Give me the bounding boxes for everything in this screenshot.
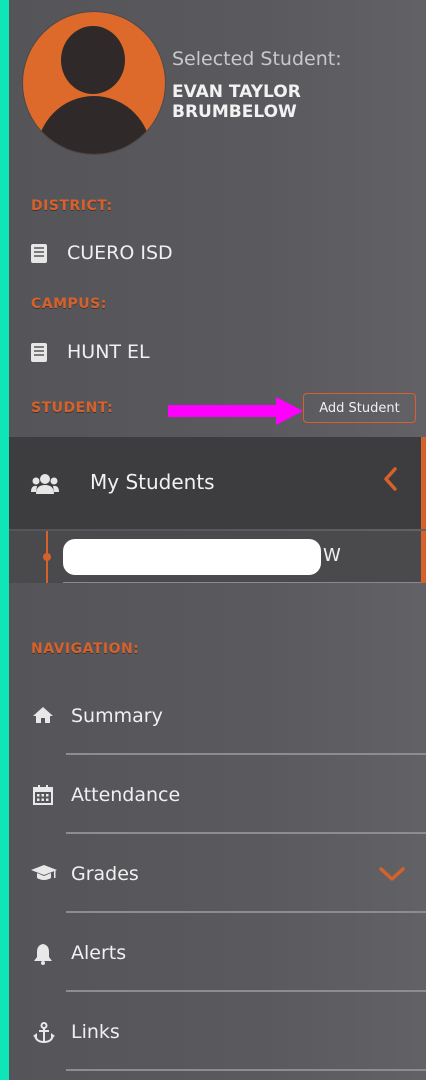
chevron-left-icon: [384, 467, 397, 491]
anchor-icon: [33, 1022, 55, 1044]
redaction-box: [63, 539, 321, 575]
selected-student-name: EVAN TAYLOR BRUMBELOW: [172, 82, 301, 122]
graduation-cap-icon: [31, 865, 57, 880]
nav-item-attendance[interactable]: Attendance: [9, 755, 426, 834]
campus-item[interactable]: HUNT EL: [31, 340, 150, 364]
nav-label: Attendance: [71, 784, 181, 806]
nav-item-summary[interactable]: Summary: [9, 676, 426, 755]
student-avatar: [23, 12, 165, 154]
home-icon: [33, 707, 53, 723]
nav-item-alerts[interactable]: Alerts: [9, 913, 426, 992]
left-accent-edge: [0, 0, 9, 1080]
calendar-icon: [33, 785, 53, 805]
add-student-button[interactable]: Add Student: [303, 393, 416, 423]
nav-label: Links: [71, 1021, 120, 1043]
district-item[interactable]: CUERO ISD: [31, 241, 173, 265]
users-icon: [31, 474, 59, 494]
chevron-down-icon[interactable]: [379, 866, 405, 882]
nav-label: Summary: [71, 705, 163, 727]
sidebar: Selected Student: EVAN TAYLOR BRUMBELOW …: [9, 0, 426, 1080]
building-icon: [31, 243, 47, 263]
selected-student-caption: Selected Student:: [172, 48, 342, 70]
my-students-toggle[interactable]: My Students: [9, 437, 426, 529]
annotation-arrow-icon: [168, 397, 303, 425]
my-students-label: My Students: [90, 470, 215, 494]
nav-label: Grades: [71, 863, 139, 885]
student-list-item[interactable]: W: [9, 531, 426, 583]
nav-item-links[interactable]: Links: [9, 992, 426, 1071]
nav-item-grades[interactable]: Grades: [9, 834, 426, 913]
building-icon: [31, 342, 47, 362]
student-indicator-dot: [43, 553, 51, 561]
student-heading: STUDENT:: [31, 400, 114, 416]
district-name: CUERO ISD: [67, 242, 173, 264]
navigation-heading: NAVIGATION:: [31, 641, 140, 657]
district-heading: DISTRICT:: [31, 198, 113, 214]
campus-name: HUNT EL: [67, 341, 150, 363]
bell-icon: [34, 944, 52, 965]
campus-heading: CAMPUS:: [31, 296, 107, 312]
nav-label: Alerts: [71, 942, 127, 964]
